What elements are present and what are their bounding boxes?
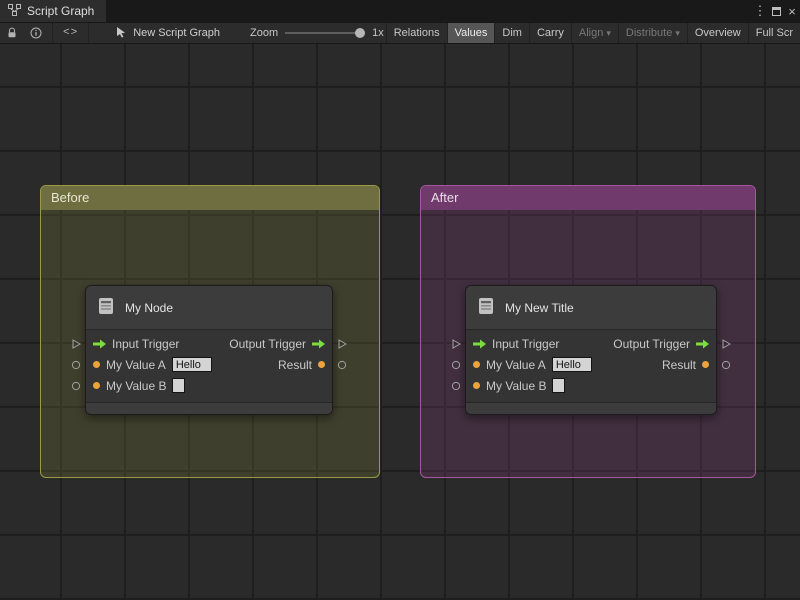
zoom-value: 1x [372, 27, 384, 39]
value-a-input[interactable] [551, 357, 592, 372]
node-header[interactable]: My Node [86, 286, 332, 330]
value-b-port[interactable] [451, 381, 461, 391]
result-port[interactable] [721, 360, 731, 370]
overview-button[interactable]: Overview [686, 23, 748, 43]
input-trigger-label: Input Trigger [112, 336, 180, 351]
graph-selector[interactable]: New Script Graph [115, 26, 220, 41]
node-my-node[interactable]: My Node Input Trigger Output Trigger My … [71, 285, 348, 415]
graph-canvas[interactable]: Before After My Node Input Trigger Outpu… [0, 44, 800, 600]
value-port-icon [702, 361, 709, 368]
trigger-row: Input Trigger Output Trigger [86, 333, 332, 354]
value-b-input[interactable] [552, 378, 566, 393]
value-b-input[interactable] [172, 378, 186, 393]
value-b-row: My Value B [86, 375, 332, 396]
result-port[interactable] [337, 360, 347, 370]
value-port-icon [93, 382, 100, 389]
value-port-icon [473, 361, 480, 368]
value-a-row: My Value A Result [86, 354, 332, 375]
fullscreen-button[interactable]: Full Scr [747, 23, 800, 43]
value-a-input[interactable] [171, 357, 212, 372]
node-header[interactable]: My New Title [466, 286, 716, 330]
maximize-icon[interactable] [768, 0, 784, 22]
output-trigger-port[interactable] [337, 339, 348, 349]
output-trigger-label: Output Trigger [229, 336, 306, 351]
node-title: My Node [125, 300, 174, 315]
flow-arrow-icon [312, 339, 325, 349]
distribute-dropdown[interactable]: Distribute ▾ [617, 23, 687, 43]
graph-pointer-icon [115, 26, 127, 41]
script-graph-icon [8, 3, 21, 19]
tab-bar: Script Graph ⋮ × [0, 0, 800, 22]
lock-icon[interactable] [0, 23, 24, 43]
zoom-slider-handle[interactable] [355, 28, 366, 38]
input-trigger-port[interactable] [71, 339, 82, 349]
node-my-new-title[interactable]: My New Title Input Trigger Output Trigge… [451, 285, 732, 415]
align-dropdown[interactable]: Align ▾ [570, 23, 618, 43]
flow-arrow-icon [696, 339, 709, 349]
value-port-icon [318, 361, 325, 368]
toolbar-button-group: Relations Values Dim Carry Align ▾ Distri… [385, 23, 800, 43]
tab-script-graph[interactable]: Script Graph [0, 0, 107, 22]
value-a-port[interactable] [71, 360, 81, 370]
chevron-down-icon: ▾ [675, 27, 680, 38]
dim-button[interactable]: Dim [494, 23, 529, 43]
values-button[interactable]: Values [446, 23, 495, 43]
close-icon[interactable]: × [784, 0, 800, 22]
group-before-header[interactable]: Before [41, 186, 379, 210]
carry-button[interactable]: Carry [528, 23, 571, 43]
node-rows: Input Trigger Output Trigger My Value A … [86, 330, 332, 402]
result-label: Result [661, 357, 696, 372]
value-a-label: My Value A [106, 357, 166, 372]
zoom-slider[interactable] [285, 28, 366, 38]
graph-toolbar: <> New Script Graph Zoom 1x Relations Va… [0, 22, 800, 44]
value-port-icon [473, 382, 480, 389]
flow-arrow-icon [473, 339, 486, 349]
input-trigger-label: Input Trigger [492, 336, 560, 351]
trigger-row: Input Trigger Output Trigger [466, 333, 716, 354]
output-trigger-label: Output Trigger [613, 336, 690, 351]
unit-icon [96, 296, 116, 319]
group-before-label: Before [51, 190, 90, 205]
tabbar-spacer [106, 0, 752, 22]
result-label: Result [277, 357, 312, 372]
graph-name-label: New Script Graph [133, 27, 221, 39]
zoom-control: Zoom 1x [250, 27, 384, 39]
node-footer [86, 402, 332, 414]
value-b-row: My Value B [466, 375, 716, 396]
value-a-port[interactable] [451, 360, 461, 370]
script-graph-window: Script Graph ⋮ × <> New Script Graph Zoo… [0, 0, 800, 600]
value-b-port[interactable] [71, 381, 81, 391]
toolbar-separator [52, 23, 53, 43]
node-rows: Input Trigger Output Trigger My Value A … [466, 330, 716, 402]
relations-button[interactable]: Relations [385, 23, 447, 43]
input-trigger-port[interactable] [451, 339, 462, 349]
value-a-row: My Value A Result [466, 354, 716, 375]
node-footer [466, 402, 716, 414]
value-b-label: My Value B [106, 378, 167, 393]
unit-icon [476, 296, 496, 319]
value-b-label: My Value B [486, 378, 547, 393]
info-icon[interactable] [24, 23, 48, 43]
node-title: My New Title [505, 300, 574, 315]
flow-arrow-icon [93, 339, 106, 349]
value-port-icon [93, 361, 100, 368]
output-trigger-port[interactable] [721, 339, 732, 349]
edit-source-icon[interactable]: <> [57, 23, 84, 43]
window-menu-icon[interactable]: ⋮ [752, 0, 768, 22]
chevron-down-icon: ▾ [606, 27, 611, 38]
tab-title: Script Graph [27, 4, 95, 18]
group-after-header[interactable]: After [421, 186, 755, 210]
toolbar-separator [88, 23, 90, 43]
value-a-label: My Value A [486, 357, 546, 372]
zoom-label: Zoom [250, 27, 279, 39]
group-after-label: After [431, 190, 459, 205]
